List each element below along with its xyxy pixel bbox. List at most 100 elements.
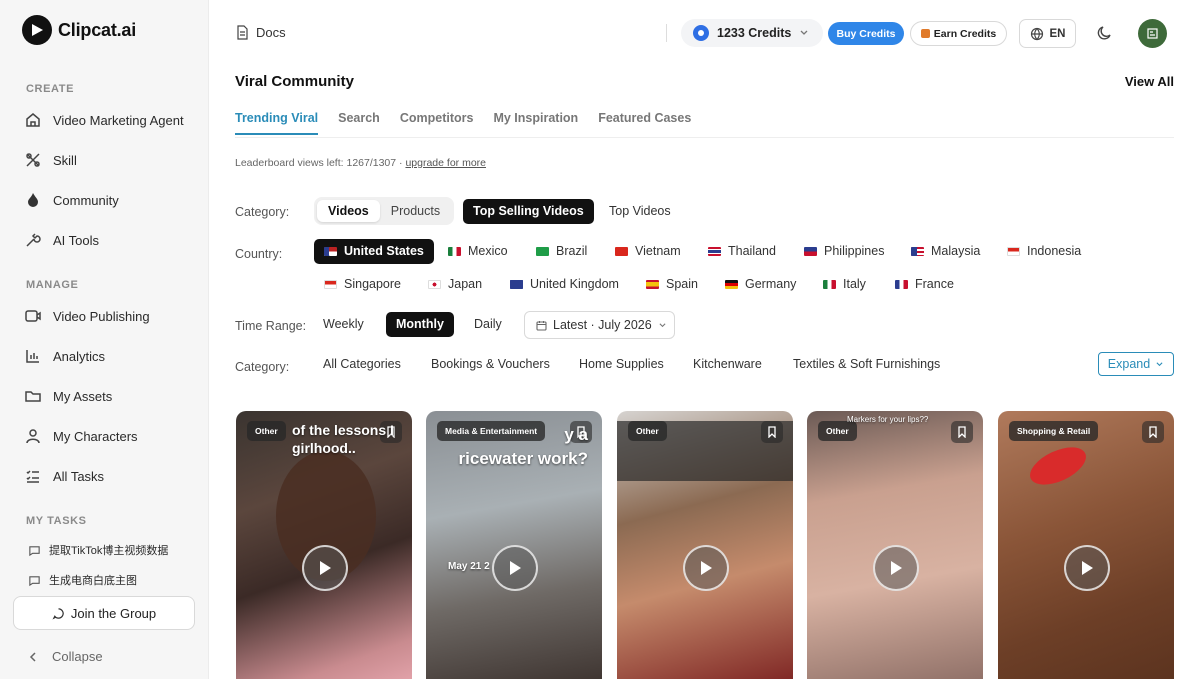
bookmark-icon[interactable] — [1142, 421, 1164, 443]
country-singapore[interactable]: Singapore — [314, 272, 411, 297]
sidebar-item-video-marketing-agent[interactable]: Video Marketing Agent — [24, 108, 184, 132]
join-group-label: Join the Group — [70, 605, 157, 621]
date-select[interactable]: Latest · July 2026 — [524, 311, 675, 339]
play-icon[interactable] — [1064, 545, 1110, 591]
buy-credits-button[interactable]: Buy Credits — [828, 22, 904, 45]
logo[interactable]: Clipcat.ai — [22, 15, 136, 45]
upgrade-link[interactable]: upgrade for more — [405, 157, 486, 169]
play-icon[interactable] — [683, 545, 729, 591]
country-label: United Kingdom — [530, 277, 619, 291]
sidebar-item-video-publishing[interactable]: Video Publishing — [24, 304, 150, 328]
country-vietnam[interactable]: Vietnam — [605, 239, 691, 264]
country-united-states[interactable]: United States — [314, 239, 434, 264]
task-label: 生成电商白底主图 — [49, 575, 137, 587]
language-label: EN — [1049, 27, 1066, 40]
time-monthly[interactable]: Monthly — [386, 312, 454, 337]
video-card[interactable]: Other of the lessons I girlhood.. — [236, 411, 412, 679]
play-icon[interactable] — [302, 545, 348, 591]
chat-icon — [29, 575, 40, 586]
sidebar-item-all-tasks[interactable]: All Tasks — [24, 464, 104, 488]
time-weekly[interactable]: Weekly — [313, 312, 374, 337]
tab-competitors[interactable]: Competitors — [400, 111, 474, 135]
category-bookings-vouchers[interactable]: Bookings & Vouchers — [421, 352, 560, 377]
flag-icon — [615, 247, 628, 256]
country-japan[interactable]: Japan — [418, 272, 492, 297]
time-daily[interactable]: Daily — [464, 312, 512, 337]
bookmark-icon[interactable] — [761, 421, 783, 443]
category-home-supplies[interactable]: Home Supplies — [569, 352, 674, 377]
category-all[interactable]: All Categories — [313, 352, 411, 377]
video-card[interactable]: Media & Entertainment y a ricewater work… — [426, 411, 602, 679]
tab-featured-cases[interactable]: Featured Cases — [598, 111, 691, 135]
country-label: Germany — [745, 277, 797, 291]
sidebar-item-label: Skill — [53, 152, 77, 168]
flag-icon — [911, 247, 924, 256]
view-all-link[interactable]: View All — [1125, 74, 1174, 89]
collapse-button[interactable]: Collapse — [28, 649, 103, 664]
country-mexico[interactable]: Mexico — [438, 239, 518, 264]
top-videos-button[interactable]: Top Videos — [599, 199, 681, 224]
docs-link[interactable]: Docs — [236, 25, 286, 40]
country-malaysia[interactable]: Malaysia — [901, 239, 990, 264]
sidebar-item-ai-tools[interactable]: AI Tools — [24, 228, 99, 252]
top-selling-videos-button[interactable]: Top Selling Videos — [463, 199, 594, 224]
sidebar-item-label: My Assets — [53, 388, 113, 404]
language-button[interactable]: EN — [1019, 19, 1076, 48]
tab-search[interactable]: Search — [338, 111, 380, 135]
calendar-icon — [536, 320, 547, 331]
earn-credits-button[interactable]: Earn Credits — [910, 21, 1007, 46]
flag-icon — [823, 280, 836, 289]
country-label: Malaysia — [931, 244, 981, 258]
gift-icon — [920, 29, 930, 38]
tab-my-inspiration[interactable]: My Inspiration — [493, 111, 578, 135]
country-italy[interactable]: Italy — [813, 272, 876, 297]
sidebar-item-community[interactable]: Community — [24, 188, 119, 212]
sidebar-item-my-assets[interactable]: My Assets — [24, 384, 112, 408]
flag-icon — [510, 280, 523, 289]
flag-icon — [324, 280, 337, 289]
country-label: Vietnam — [635, 244, 681, 258]
credits-dropdown[interactable]: 1233 Credits — [681, 19, 824, 47]
tab-trending-viral[interactable]: Trending Viral — [235, 111, 319, 135]
country-philippines[interactable]: Philippines — [794, 239, 894, 264]
country-france[interactable]: France — [885, 272, 964, 297]
video-caption: y a ricewater work? — [458, 425, 588, 468]
country-thailand[interactable]: Thailand — [698, 239, 786, 264]
sidebar-item-my-characters[interactable]: My Characters — [24, 424, 138, 448]
collapse-label: Collapse — [52, 649, 103, 664]
country-germany[interactable]: Germany — [715, 272, 806, 297]
country-spain[interactable]: Spain — [636, 272, 708, 297]
category-videos[interactable]: Videos — [317, 200, 380, 222]
sidebar-item-skill[interactable]: Skill — [24, 148, 77, 172]
category-badge: Other — [247, 421, 286, 441]
logo-text: Clipcat.ai — [58, 19, 137, 40]
tools-icon — [26, 233, 41, 247]
flag-icon — [536, 247, 549, 256]
category-textiles[interactable]: Textiles & Soft Furnishings — [783, 352, 950, 377]
country-label: Spain — [666, 277, 698, 291]
play-icon[interactable] — [492, 545, 538, 591]
sidebar-item-label: Video Publishing — [53, 308, 150, 324]
bookmark-icon[interactable] — [951, 421, 973, 443]
video-card[interactable]: Other — [617, 411, 793, 679]
join-group-button[interactable]: Join the Group — [13, 596, 195, 630]
flag-icon — [895, 280, 908, 289]
home-icon — [26, 113, 40, 127]
expand-button[interactable]: Expand — [1098, 352, 1174, 376]
video-card[interactable]: Other Markers for your lips?? — [807, 411, 983, 679]
country-brazil[interactable]: Brazil — [526, 239, 597, 264]
flag-icon — [804, 247, 817, 256]
sidebar-item-analytics[interactable]: Analytics — [24, 344, 105, 368]
category-products[interactable]: Products — [380, 200, 451, 222]
category-kitchenware[interactable]: Kitchenware — [683, 352, 772, 377]
task-item[interactable]: 生成电商白底主图 — [28, 572, 137, 588]
task-item[interactable]: 提取TikTok博主视频数据 — [28, 542, 168, 558]
theme-toggle[interactable] — [1095, 23, 1115, 48]
country-label: Thailand — [728, 244, 776, 258]
country-indonesia[interactable]: Indonesia — [997, 239, 1091, 264]
country-label: Japan — [448, 277, 483, 291]
country-united-kingdom[interactable]: United Kingdom — [500, 272, 629, 297]
avatar[interactable] — [1138, 19, 1167, 48]
video-card[interactable]: Shopping & Retail — [998, 411, 1174, 679]
play-icon[interactable] — [873, 545, 919, 591]
